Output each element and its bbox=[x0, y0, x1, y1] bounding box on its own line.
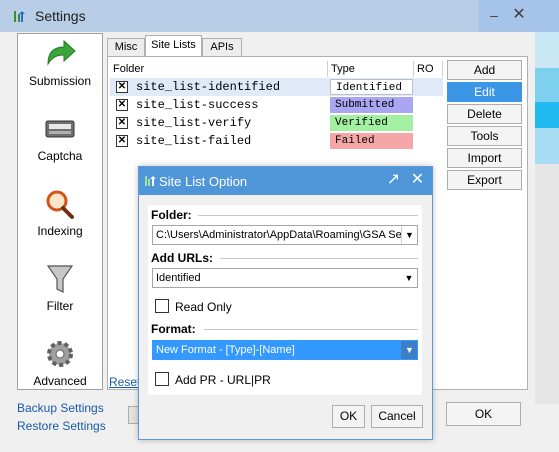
divider bbox=[204, 329, 418, 330]
table-header: Folder Type RO bbox=[110, 61, 443, 77]
edit-button[interactable]: Edit bbox=[447, 82, 522, 102]
dialog-body: Folder: C:\Users\Administrator\AppData\R… bbox=[148, 205, 422, 395]
format-combo-value: New Format - [Type]-[Name] bbox=[156, 344, 295, 356]
row-folder-name: site_list-failed bbox=[136, 134, 252, 148]
backup-settings-link[interactable]: Backup Settings bbox=[17, 401, 104, 415]
dialog-close-button[interactable]: ✕ bbox=[404, 168, 431, 192]
background-strip bbox=[535, 102, 559, 128]
sidebar-item-label: Filter bbox=[46, 299, 74, 313]
row-checkbox[interactable]: ✕ bbox=[116, 135, 128, 147]
column-header-type[interactable]: Type bbox=[328, 61, 414, 77]
dialog-ok-button[interactable]: OK bbox=[332, 405, 365, 428]
row-type-badge: Failed bbox=[330, 133, 413, 149]
sidebar-item-submission[interactable]: Submission bbox=[18, 38, 102, 88]
expand-button[interactable]: ↗ bbox=[380, 168, 407, 192]
magnifier-icon bbox=[46, 190, 74, 219]
row-folder-name: site_list-identified bbox=[136, 80, 281, 94]
row-type-badge: Submitted bbox=[330, 97, 413, 113]
table-row[interactable]: ✕ site_list-verify Verified bbox=[110, 114, 443, 132]
folder-combo-value: C:\Users\Administrator\AppData\Roaming\G… bbox=[156, 229, 408, 241]
tools-button[interactable]: Tools bbox=[447, 126, 522, 146]
folder-label: Folder: bbox=[151, 208, 192, 222]
keyboard-icon bbox=[45, 120, 75, 138]
table-row[interactable]: ✕ site_list-identified Identified bbox=[110, 78, 443, 96]
tab-apis[interactable]: APIs bbox=[202, 38, 242, 56]
row-checkbox[interactable]: ✕ bbox=[116, 117, 128, 129]
dialog-cancel-button[interactable]: Cancel bbox=[371, 405, 423, 428]
add-button[interactable]: Add bbox=[447, 60, 522, 80]
site-list-option-dialog: Site List Option ↗ ✕ Folder: C:\Users\Ad… bbox=[138, 166, 433, 440]
import-button[interactable]: Import bbox=[447, 148, 522, 168]
app-icon bbox=[14, 11, 25, 22]
background-strip bbox=[535, 164, 559, 404]
tab-misc[interactable]: Misc bbox=[107, 38, 145, 56]
sidebar-item-label: Submission bbox=[28, 74, 92, 88]
add-urls-combo-value: Identified bbox=[156, 272, 201, 284]
row-folder-name: site_list-verify bbox=[136, 116, 252, 130]
divider bbox=[220, 258, 418, 259]
chevron-down-icon[interactable]: ▼ bbox=[401, 341, 417, 359]
background-strip bbox=[535, 68, 559, 102]
window-title: Settings bbox=[35, 8, 86, 24]
read-only-checkbox[interactable] bbox=[155, 299, 169, 313]
row-checkbox[interactable]: ✕ bbox=[116, 99, 128, 111]
sidebar-item-label: Advanced bbox=[33, 374, 87, 388]
minimize-button[interactable]: – bbox=[482, 4, 506, 26]
row-folder-name: site_list-success bbox=[136, 98, 259, 112]
funnel-icon bbox=[46, 265, 74, 293]
add-urls-combo[interactable]: Identified ▼ bbox=[152, 268, 418, 288]
divider bbox=[198, 215, 418, 216]
column-header-folder[interactable]: Folder bbox=[110, 61, 328, 77]
restore-settings-link[interactable]: Restore Settings bbox=[17, 419, 106, 433]
format-combo[interactable]: New Format - [Type]-[Name] ▼ bbox=[152, 340, 418, 360]
add-pr-label: Add PR - URL|PR bbox=[175, 373, 271, 387]
table-row[interactable]: ✕ site_list-failed Failed bbox=[110, 132, 443, 150]
sidebar: Submission Captcha Indexing Filter Advan… bbox=[17, 33, 103, 390]
close-button[interactable]: ✕ bbox=[507, 4, 531, 26]
row-checkbox[interactable]: ✕ bbox=[116, 81, 128, 93]
chevron-down-icon[interactable]: ▼ bbox=[401, 226, 417, 244]
dialog-titlebar: Site List Option ↗ ✕ bbox=[139, 167, 432, 195]
add-urls-label: Add URLs: bbox=[151, 251, 213, 265]
format-label: Format: bbox=[151, 322, 196, 336]
sidebar-item-label: Indexing bbox=[37, 224, 83, 238]
background-strip bbox=[535, 128, 559, 164]
background-strip bbox=[535, 32, 559, 68]
row-type-badge: Identified bbox=[330, 79, 413, 95]
dialog-title: Site List Option bbox=[159, 174, 248, 189]
table-row[interactable]: ✕ site_list-success Submitted bbox=[110, 96, 443, 114]
row-type-badge: Verified bbox=[330, 115, 413, 131]
reset-link[interactable]: Reset bbox=[109, 375, 140, 389]
sidebar-item-advanced[interactable]: Advanced bbox=[18, 338, 102, 388]
sidebar-item-captcha[interactable]: Captcha bbox=[18, 113, 102, 163]
tab-site-lists[interactable]: Site Lists bbox=[145, 35, 202, 56]
sidebar-item-label: Captcha bbox=[37, 149, 83, 163]
folder-combo[interactable]: C:\Users\Administrator\AppData\Roaming\G… bbox=[152, 225, 418, 245]
sidebar-item-indexing[interactable]: Indexing bbox=[18, 188, 102, 238]
add-pr-checkbox[interactable] bbox=[155, 372, 169, 386]
column-header-ro[interactable]: RO bbox=[414, 61, 443, 77]
export-button[interactable]: Export bbox=[447, 170, 522, 190]
app-icon bbox=[145, 176, 156, 186]
delete-button[interactable]: Delete bbox=[447, 104, 522, 124]
gear-icon bbox=[47, 341, 73, 367]
read-only-label: Read Only bbox=[175, 300, 232, 314]
arrow-icon bbox=[47, 39, 76, 66]
ok-button[interactable]: OK bbox=[446, 402, 521, 426]
sidebar-item-filter[interactable]: Filter bbox=[18, 263, 102, 313]
chevron-down-icon[interactable]: ▼ bbox=[401, 269, 417, 287]
